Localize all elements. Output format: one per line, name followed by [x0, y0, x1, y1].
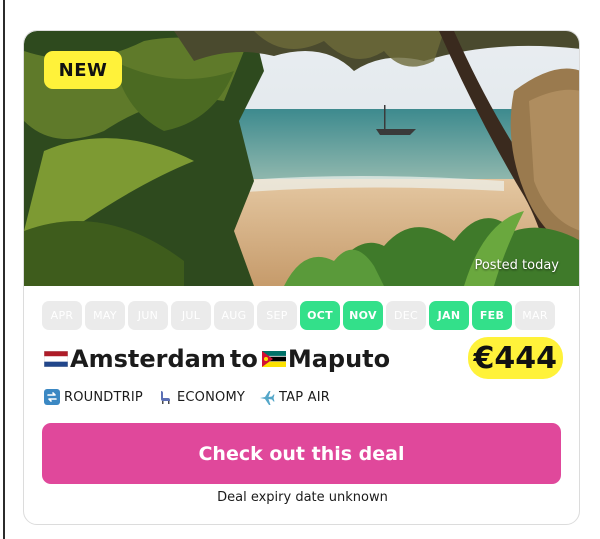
month-chip: JUL [171, 301, 211, 330]
posted-label: Posted today [474, 258, 559, 273]
window-edge [3, 0, 5, 539]
expiry-note: Deal expiry date unknown [217, 490, 388, 505]
month-chip: OCT [300, 301, 340, 330]
airplane-icon [259, 389, 275, 405]
month-chip: AUG [214, 301, 254, 330]
month-chip: MAR [515, 301, 555, 330]
month-chip: JUN [128, 301, 168, 330]
netherlands-flag-icon [44, 351, 68, 367]
deal-tags: ROUNDTRIP ECONOMY TAP AIR [44, 389, 330, 405]
month-chip: DEC [386, 301, 426, 330]
check-out-deal-button[interactable]: Check out this deal [42, 423, 561, 484]
destination-city: Maputo [287, 345, 391, 373]
airline-label: TAP AIR [279, 389, 330, 405]
month-chip: JAN [429, 301, 469, 330]
cabin-label: ECONOMY [176, 389, 246, 405]
route-title: Amsterdam to Maputo [44, 343, 390, 375]
seat-icon [157, 389, 173, 405]
roundtrip-icon [44, 389, 60, 405]
hero-image: NEW Posted today [24, 31, 579, 286]
mozambique-flag-icon [261, 351, 286, 367]
trip-type-label: ROUNDTRIP [64, 389, 143, 405]
month-chip: APR [42, 301, 82, 330]
month-chip: SEP [257, 301, 297, 330]
cabin-tag: ECONOMY [157, 389, 245, 405]
month-chip: FEB [472, 301, 512, 330]
new-badge: NEW [44, 51, 122, 89]
origin-city: Amsterdam [70, 345, 226, 373]
price: €444 [473, 340, 558, 376]
route-connector: to [229, 345, 258, 373]
month-chip: MAY [85, 301, 125, 330]
airline-tag: TAP AIR [259, 389, 330, 405]
deal-card: NEW Posted today APR MAY JUN JUL AUG SEP… [23, 30, 580, 525]
price-highlight: €444 [467, 337, 563, 379]
month-availability: APR MAY JUN JUL AUG SEP OCT NOV DEC JAN … [42, 301, 555, 330]
month-chip: NOV [343, 301, 383, 330]
trip-type-tag: ROUNDTRIP [44, 389, 143, 405]
